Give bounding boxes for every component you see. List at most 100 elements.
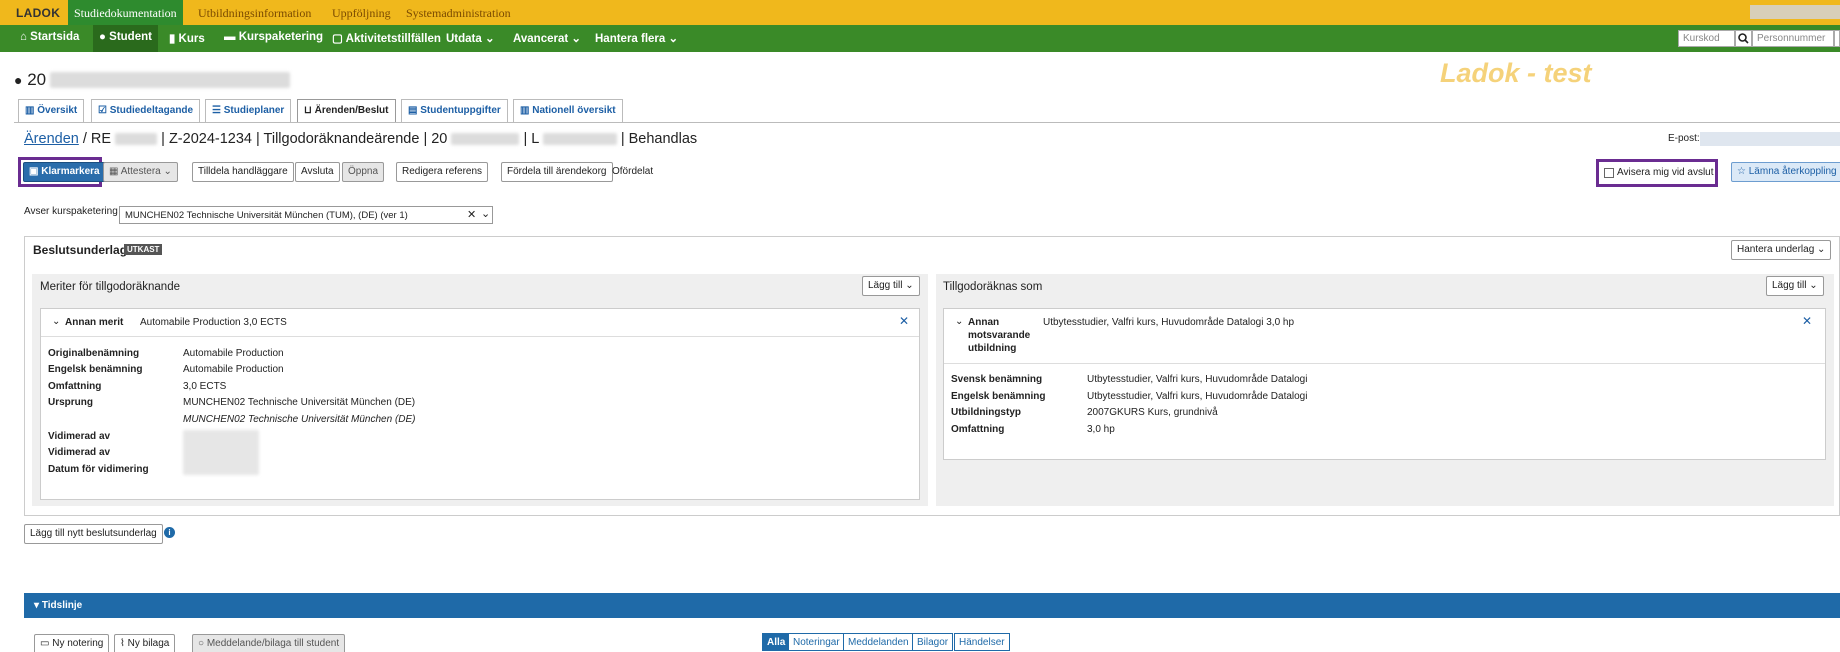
tab-nationell-oversikt[interactable]: ▥ Nationell översikt — [513, 99, 623, 122]
comment-icon: ○ — [198, 638, 207, 649]
card-type-line: utbildning — [968, 343, 1017, 354]
filter-noteringar[interactable]: Noteringar — [788, 633, 845, 651]
chevron-down-icon: ⌄ — [665, 33, 679, 45]
tgr-row-value: 3,0 hp — [1087, 424, 1115, 435]
ladok-logo[interactable]: LADOK — [0, 0, 68, 25]
vidimerad-label: Vidimerad av — [48, 447, 111, 458]
chevron-down-icon[interactable]: ⌄ — [955, 316, 963, 327]
calendar-icon: ▢ — [332, 33, 346, 45]
avsluta-button[interactable]: Avsluta — [295, 162, 340, 182]
filter-bilagor[interactable]: Bilagor — [912, 633, 954, 651]
personnummer-search-button[interactable] — [1834, 30, 1840, 47]
epost-label: E-post: — [1668, 133, 1700, 144]
redigera-referens-button[interactable]: Redigera referens — [396, 162, 489, 182]
nav-kurs[interactable]: ▮ Kurs — [163, 25, 211, 52]
merit-row-value: MUNCHEN02 Technische Universität München… — [183, 397, 416, 408]
ofordelat-status: Ofördelat — [612, 166, 654, 177]
file-icon: ▤ — [408, 105, 421, 116]
tab-oversikt[interactable]: ▥ Översikt — [18, 99, 85, 122]
tidslinje-bar[interactable] — [24, 593, 1840, 618]
klarmarkera-button[interactable]: ▣ Klarmarkera — [23, 162, 106, 182]
lamna-aterkoppling-button[interactable]: ☆ Lämna återkoppling — [1731, 162, 1840, 182]
nav-startsida[interactable]: ⌂ Startsida — [14, 25, 85, 52]
nav-aktivitetstillfallen[interactable]: ▢ Aktivitetstillfällen — [326, 25, 447, 52]
tgr-row-value: 2007GKURS Kurs, grundnivå — [1087, 407, 1218, 418]
card-type-line: Annan — [968, 317, 1000, 328]
meriter-title: Meriter för tillgodoräknande — [40, 281, 180, 293]
filter-handelser[interactable]: Händelser — [954, 633, 1010, 651]
breadcrumb-arenden-link[interactable]: Ärenden — [24, 131, 79, 147]
tab-studieplaner[interactable]: ☰ Studieplaner — [205, 99, 292, 122]
ny-bilaga-button[interactable]: ⌇ Ny bilaga — [114, 634, 176, 652]
info-icon[interactable]: i — [164, 527, 175, 538]
chevron-down-icon[interactable]: ⌄ — [52, 316, 60, 327]
merit-row-value: Automabile Production — [183, 364, 284, 375]
nav-student[interactable]: ● Student — [93, 25, 158, 52]
tab-studentuppgifter[interactable]: ▤ Studentuppgifter — [401, 99, 508, 122]
nav-kurspaketering[interactable]: ▬ Kurspaketering — [218, 25, 329, 52]
caret-down-icon: ▾ — [34, 600, 42, 611]
tgr-row-value: Utbytesstudier, Valfri kurs, Huvudområde… — [1087, 391, 1308, 402]
tillgodoraknas-lagg-till-button[interactable]: Lägg till ⌄ — [1766, 276, 1824, 296]
user-menu[interactable] — [1750, 5, 1840, 19]
chevron-down-icon: ⌄ — [1814, 244, 1826, 255]
chevron-down-icon: ⌄ — [1806, 280, 1818, 291]
card-type-line: motsvarande — [968, 330, 1031, 341]
chevron-down-icon: ⌄ — [481, 33, 495, 45]
top-tab-systemadministration[interactable]: Systemadministration — [400, 0, 517, 25]
ref-redacted — [115, 133, 158, 146]
close-icon[interactable]: ✕ — [899, 314, 909, 328]
filter-alla[interactable]: Alla — [762, 633, 791, 651]
hantera-underlag-button[interactable]: Hantera underlag ⌄ — [1731, 240, 1832, 260]
add-beslutsunderlag-button[interactable]: Lägg till nytt beslutsunderlag — [24, 524, 163, 544]
top-tab-uppfoljning[interactable]: Uppföljning — [326, 0, 397, 25]
epost-value-redacted — [1700, 132, 1840, 146]
oppna-button[interactable]: Öppna — [342, 162, 385, 182]
ny-notering-button[interactable]: ▭ Ny notering — [34, 634, 110, 652]
merit-type: Annan merit — [65, 317, 124, 328]
home-icon: ⌂ — [20, 31, 31, 43]
kurspaketering-select[interactable]: MUNCHEN02 Technische Universität München… — [119, 206, 493, 224]
kurskod-search-button[interactable] — [1735, 30, 1752, 47]
chevron-down-icon[interactable]: ⌄ — [481, 207, 490, 220]
attestera-button[interactable]: ▦ Attestera ⌄ — [103, 162, 178, 182]
nav-avancerat[interactable]: Avancerat ⌄ — [507, 25, 587, 52]
vidimerad-label: Vidimerad av — [48, 431, 111, 442]
tab-divider — [14, 122, 1840, 123]
tab-studiedeltagande[interactable]: ☑ Studiedeltagande — [91, 99, 201, 122]
top-tab-utbildningsinformation[interactable]: Utbildningsinformation — [192, 0, 317, 25]
filter-meddelanden[interactable]: Meddelanden — [843, 633, 914, 651]
merit-row-value: 3,0 ECTS — [183, 381, 227, 392]
id-redacted — [451, 133, 520, 146]
top-tab-studiedokumentation[interactable]: Studiedokumentation — [68, 0, 183, 25]
tillgodoraknas-summary: Utbytesstudier, Valfri kurs, Huvudområde… — [1043, 317, 1295, 328]
personnummer-input[interactable]: Personnummer — [1752, 30, 1834, 47]
inbox-icon: ⊔ — [304, 105, 315, 116]
chevron-down-icon: ⌄ — [568, 33, 582, 45]
meddelande-student-button[interactable]: ○ Meddelande/bilaga till student — [192, 634, 346, 652]
tgr-row-value: Utbytesstudier, Valfri kurs, Huvudområde… — [1087, 374, 1308, 385]
chevron-down-icon: ⌄ — [160, 166, 172, 177]
tidslinje-title[interactable]: ▾ Tidslinje — [34, 600, 82, 611]
avisera-label[interactable]: Avisera mig vid avslut — [1617, 167, 1714, 178]
close-icon[interactable]: ✕ — [1802, 314, 1812, 328]
l-redacted — [542, 133, 617, 146]
kurspaketering-label: Avser kurspaketering — [24, 206, 118, 217]
tgr-row-label: Omfattning — [951, 424, 1005, 435]
search-icon — [1738, 33, 1749, 44]
merit-ursprung-italic: MUNCHEN02 Technische Universität München… — [183, 414, 416, 425]
nav-utdata[interactable]: Utdata ⌄ — [440, 25, 501, 52]
book-icon: ▮ — [169, 33, 179, 45]
stamp-icon: ▦ — [109, 166, 121, 177]
tillgodoraknas-title: Tillgodoräknas som — [943, 281, 1043, 293]
fordela-arendekorg-button[interactable]: Fördela till ärendekorg — [501, 162, 613, 182]
avisera-checkbox[interactable] — [1604, 168, 1614, 178]
merit-summary: Automabile Production 3,0 ECTS — [140, 317, 287, 328]
kurskod-input[interactable]: Kurskod — [1678, 30, 1735, 47]
tgr-row-label: Svensk benämning — [951, 374, 1043, 385]
clear-icon[interactable]: ✕ — [467, 208, 476, 221]
tab-arenden-beslut[interactable]: ⊔ Ärenden/Beslut — [297, 99, 396, 123]
tilldela-handlaggare-button[interactable]: Tilldela handläggare — [192, 162, 294, 182]
meriter-lagg-till-button[interactable]: Lägg till ⌄ — [862, 276, 920, 296]
nav-hantera-flera[interactable]: Hantera flera ⌄ — [589, 25, 684, 52]
